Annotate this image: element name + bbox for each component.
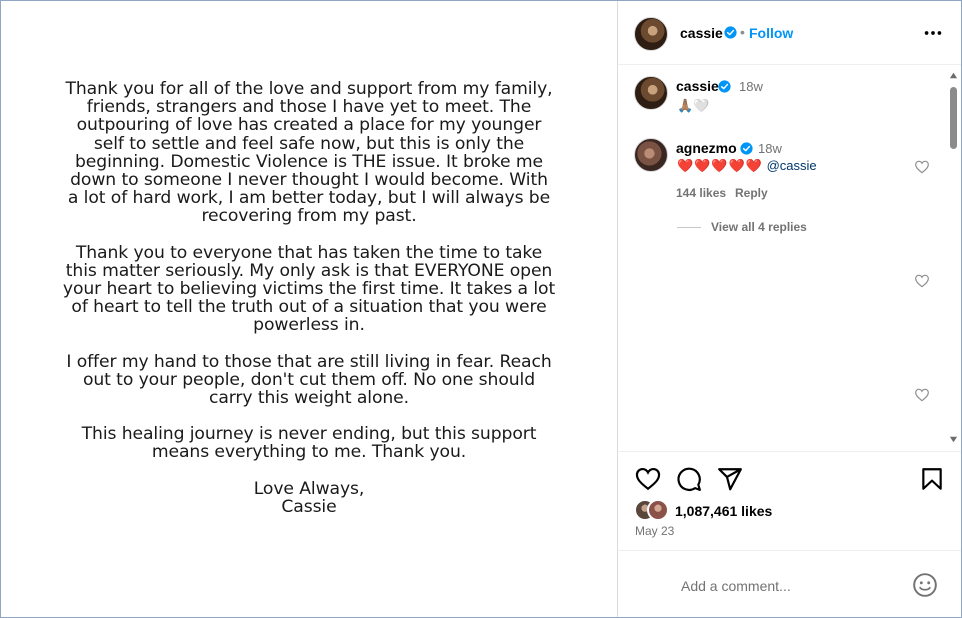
- comment-text: ❤️❤️❤️❤️❤️ @cassie: [677, 158, 817, 174]
- comment-icon[interactable]: [676, 466, 702, 492]
- heart-icon[interactable]: [635, 466, 661, 492]
- emoji-icon[interactable]: [912, 572, 938, 598]
- scroll-down-icon[interactable]: [949, 435, 958, 444]
- post-side-panel: cassie • Follow cassie 18w 🙏🏽🤍 agnezmo 1…: [618, 1, 961, 617]
- comment-time[interactable]: 18w: [758, 141, 782, 156]
- post-signature: Love Always, Cassie: [253, 478, 365, 517]
- comments-scrollbar[interactable]: [946, 67, 961, 451]
- comment-mention[interactable]: @cassie: [767, 158, 817, 173]
- caption-username[interactable]: cassie: [676, 78, 719, 94]
- post-statement-text: Thank you for all of the love and suppor…: [41, 80, 577, 534]
- add-comment-input[interactable]: Add a comment...: [681, 578, 791, 594]
- bookmark-icon[interactable]: [919, 466, 945, 492]
- instagram-post-window: Thank you for all of the love and suppor…: [0, 0, 962, 618]
- like-reply-heart-icon[interactable]: [914, 273, 930, 289]
- verified-badge-icon: [740, 142, 753, 155]
- comment-hearts: ❤️❤️❤️❤️❤️: [677, 158, 763, 173]
- reply-button[interactable]: Reply: [735, 186, 768, 200]
- post-paragraph-2: Thank you to everyone that has taken the…: [62, 242, 556, 336]
- commenter-avatar[interactable]: [634, 138, 668, 172]
- caption-text: 🙏🏽🤍: [677, 98, 710, 113]
- view-replies-button[interactable]: View all 4 replies: [711, 220, 807, 234]
- comment-likes[interactable]: 144 likes: [676, 186, 726, 200]
- actions-divider: [618, 451, 961, 452]
- likers-avatars[interactable]: [634, 499, 672, 521]
- post-date[interactable]: May 23: [635, 524, 674, 538]
- post-likes-count[interactable]: 1,087,461 likes: [675, 503, 772, 519]
- like-reply-heart-icon[interactable]: [914, 387, 930, 403]
- scroll-up-icon[interactable]: [949, 71, 958, 80]
- verified-badge-icon: [718, 80, 731, 93]
- post-header: cassie • Follow: [618, 1, 961, 65]
- follow-button[interactable]: Follow: [749, 25, 793, 41]
- header-separator: •: [740, 24, 745, 40]
- post-paragraph-1: Thank you for all of the love and suppor…: [65, 79, 553, 227]
- verified-badge-icon: [724, 26, 737, 39]
- more-options-icon[interactable]: [922, 23, 944, 43]
- comment-divider: [618, 550, 961, 551]
- commenter-username[interactable]: agnezmo: [676, 140, 737, 156]
- caption-time[interactable]: 18w: [739, 79, 763, 94]
- post-image[interactable]: Thank you for all of the love and suppor…: [1, 1, 617, 617]
- share-icon[interactable]: [717, 466, 743, 492]
- scroll-thumb[interactable]: [950, 87, 957, 149]
- like-comment-heart-icon[interactable]: [914, 159, 930, 175]
- caption-avatar[interactable]: [634, 76, 668, 110]
- post-paragraph-3: I offer my hand to those that are still …: [66, 351, 552, 409]
- author-avatar[interactable]: [634, 17, 668, 51]
- replies-line: [677, 227, 701, 228]
- author-username[interactable]: cassie: [680, 25, 723, 41]
- post-paragraph-4: This healing journey is never ending, bu…: [81, 424, 537, 463]
